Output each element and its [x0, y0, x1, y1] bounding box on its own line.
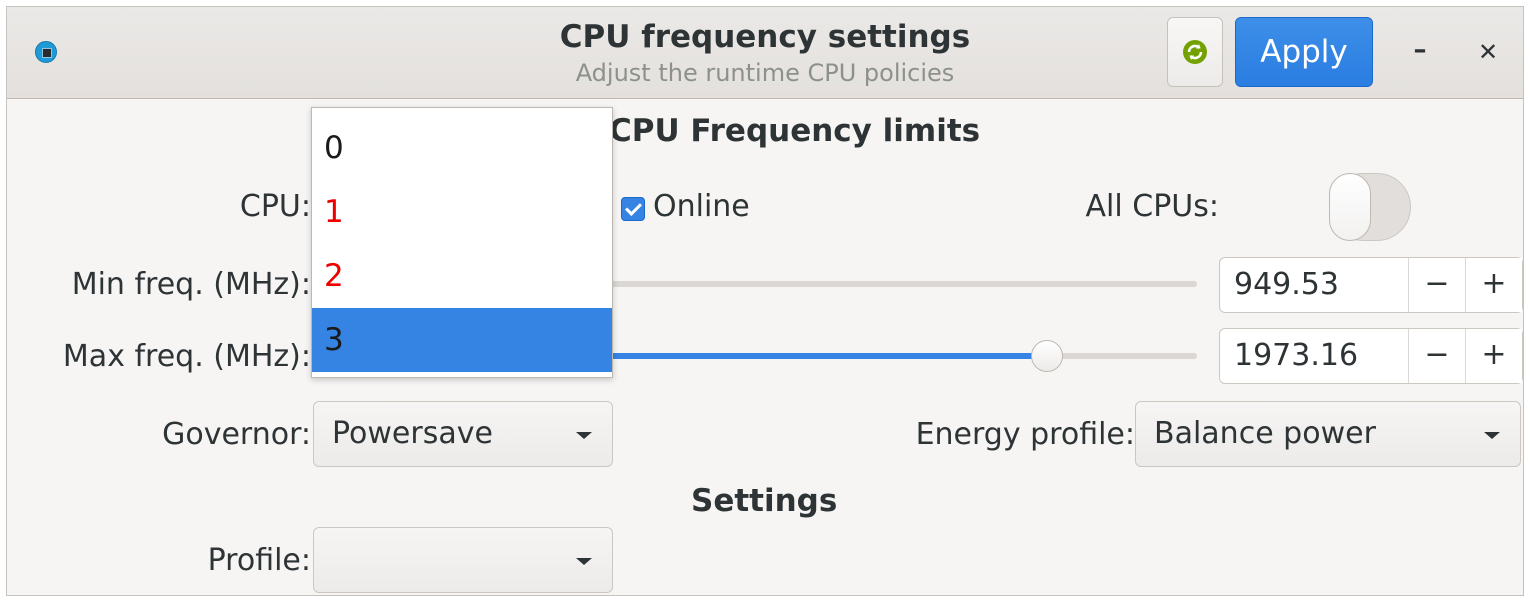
max-freq-spin: 1973.16 − +	[1219, 328, 1523, 384]
cpu-option-0[interactable]: 0	[312, 116, 612, 180]
cpu-dropdown-list: 0 1 2 3	[311, 107, 613, 378]
apply-button[interactable]: Apply	[1235, 17, 1373, 87]
cpu-option-3[interactable]: 3	[312, 308, 612, 372]
min-freq-spin: 949.53 − +	[1219, 257, 1523, 313]
minimize-button[interactable]: –	[1405, 35, 1435, 65]
max-freq-increment-button[interactable]: +	[1465, 329, 1522, 383]
energy-profile-value: Balance power	[1154, 416, 1376, 451]
settings-heading: Settings	[691, 483, 838, 519]
profile-label: Profile:	[207, 543, 311, 578]
max-freq-slider-knob[interactable]	[1031, 340, 1063, 372]
min-freq-increment-button[interactable]: +	[1465, 258, 1522, 312]
chevron-down-icon	[576, 432, 592, 439]
chevron-down-icon	[576, 558, 592, 565]
limits-heading: CPU Frequency limits	[609, 113, 981, 149]
max-freq-decrement-button[interactable]: −	[1408, 329, 1465, 383]
min-freq-label: Min freq. (MHz):	[71, 267, 311, 302]
min-freq-value[interactable]: 949.53	[1220, 258, 1408, 312]
close-button[interactable]: ✕	[1473, 37, 1503, 67]
all-cpus-switch[interactable]	[1329, 173, 1411, 241]
refresh-button[interactable]	[1167, 17, 1223, 87]
all-cpus-label: All CPUs:	[1085, 189, 1219, 224]
cpu-option-2[interactable]: 2	[312, 244, 612, 308]
cpu-label: CPU:	[239, 189, 311, 224]
min-freq-decrement-button[interactable]: −	[1408, 258, 1465, 312]
governor-value: Powersave	[332, 416, 493, 451]
max-freq-label: Max freq. (MHz):	[62, 339, 311, 374]
header-bar: CPU frequency settings Adjust the runtim…	[7, 7, 1523, 99]
switch-knob	[1329, 173, 1371, 241]
energy-profile-combo[interactable]: Balance power	[1135, 401, 1521, 467]
online-checkbox[interactable]	[621, 197, 645, 221]
chevron-down-icon	[1484, 432, 1500, 439]
cpu-option-1[interactable]: 1	[312, 180, 612, 244]
max-freq-value[interactable]: 1973.16	[1220, 329, 1408, 383]
online-label: Online	[653, 189, 750, 224]
app-window: CPU frequency settings Adjust the runtim…	[6, 6, 1524, 596]
profile-combo[interactable]	[313, 527, 613, 593]
governor-combo[interactable]: Powersave	[313, 401, 613, 467]
energy-profile-label: Energy profile:	[915, 417, 1135, 452]
refresh-icon	[1183, 40, 1207, 64]
governor-label: Governor:	[162, 417, 311, 452]
